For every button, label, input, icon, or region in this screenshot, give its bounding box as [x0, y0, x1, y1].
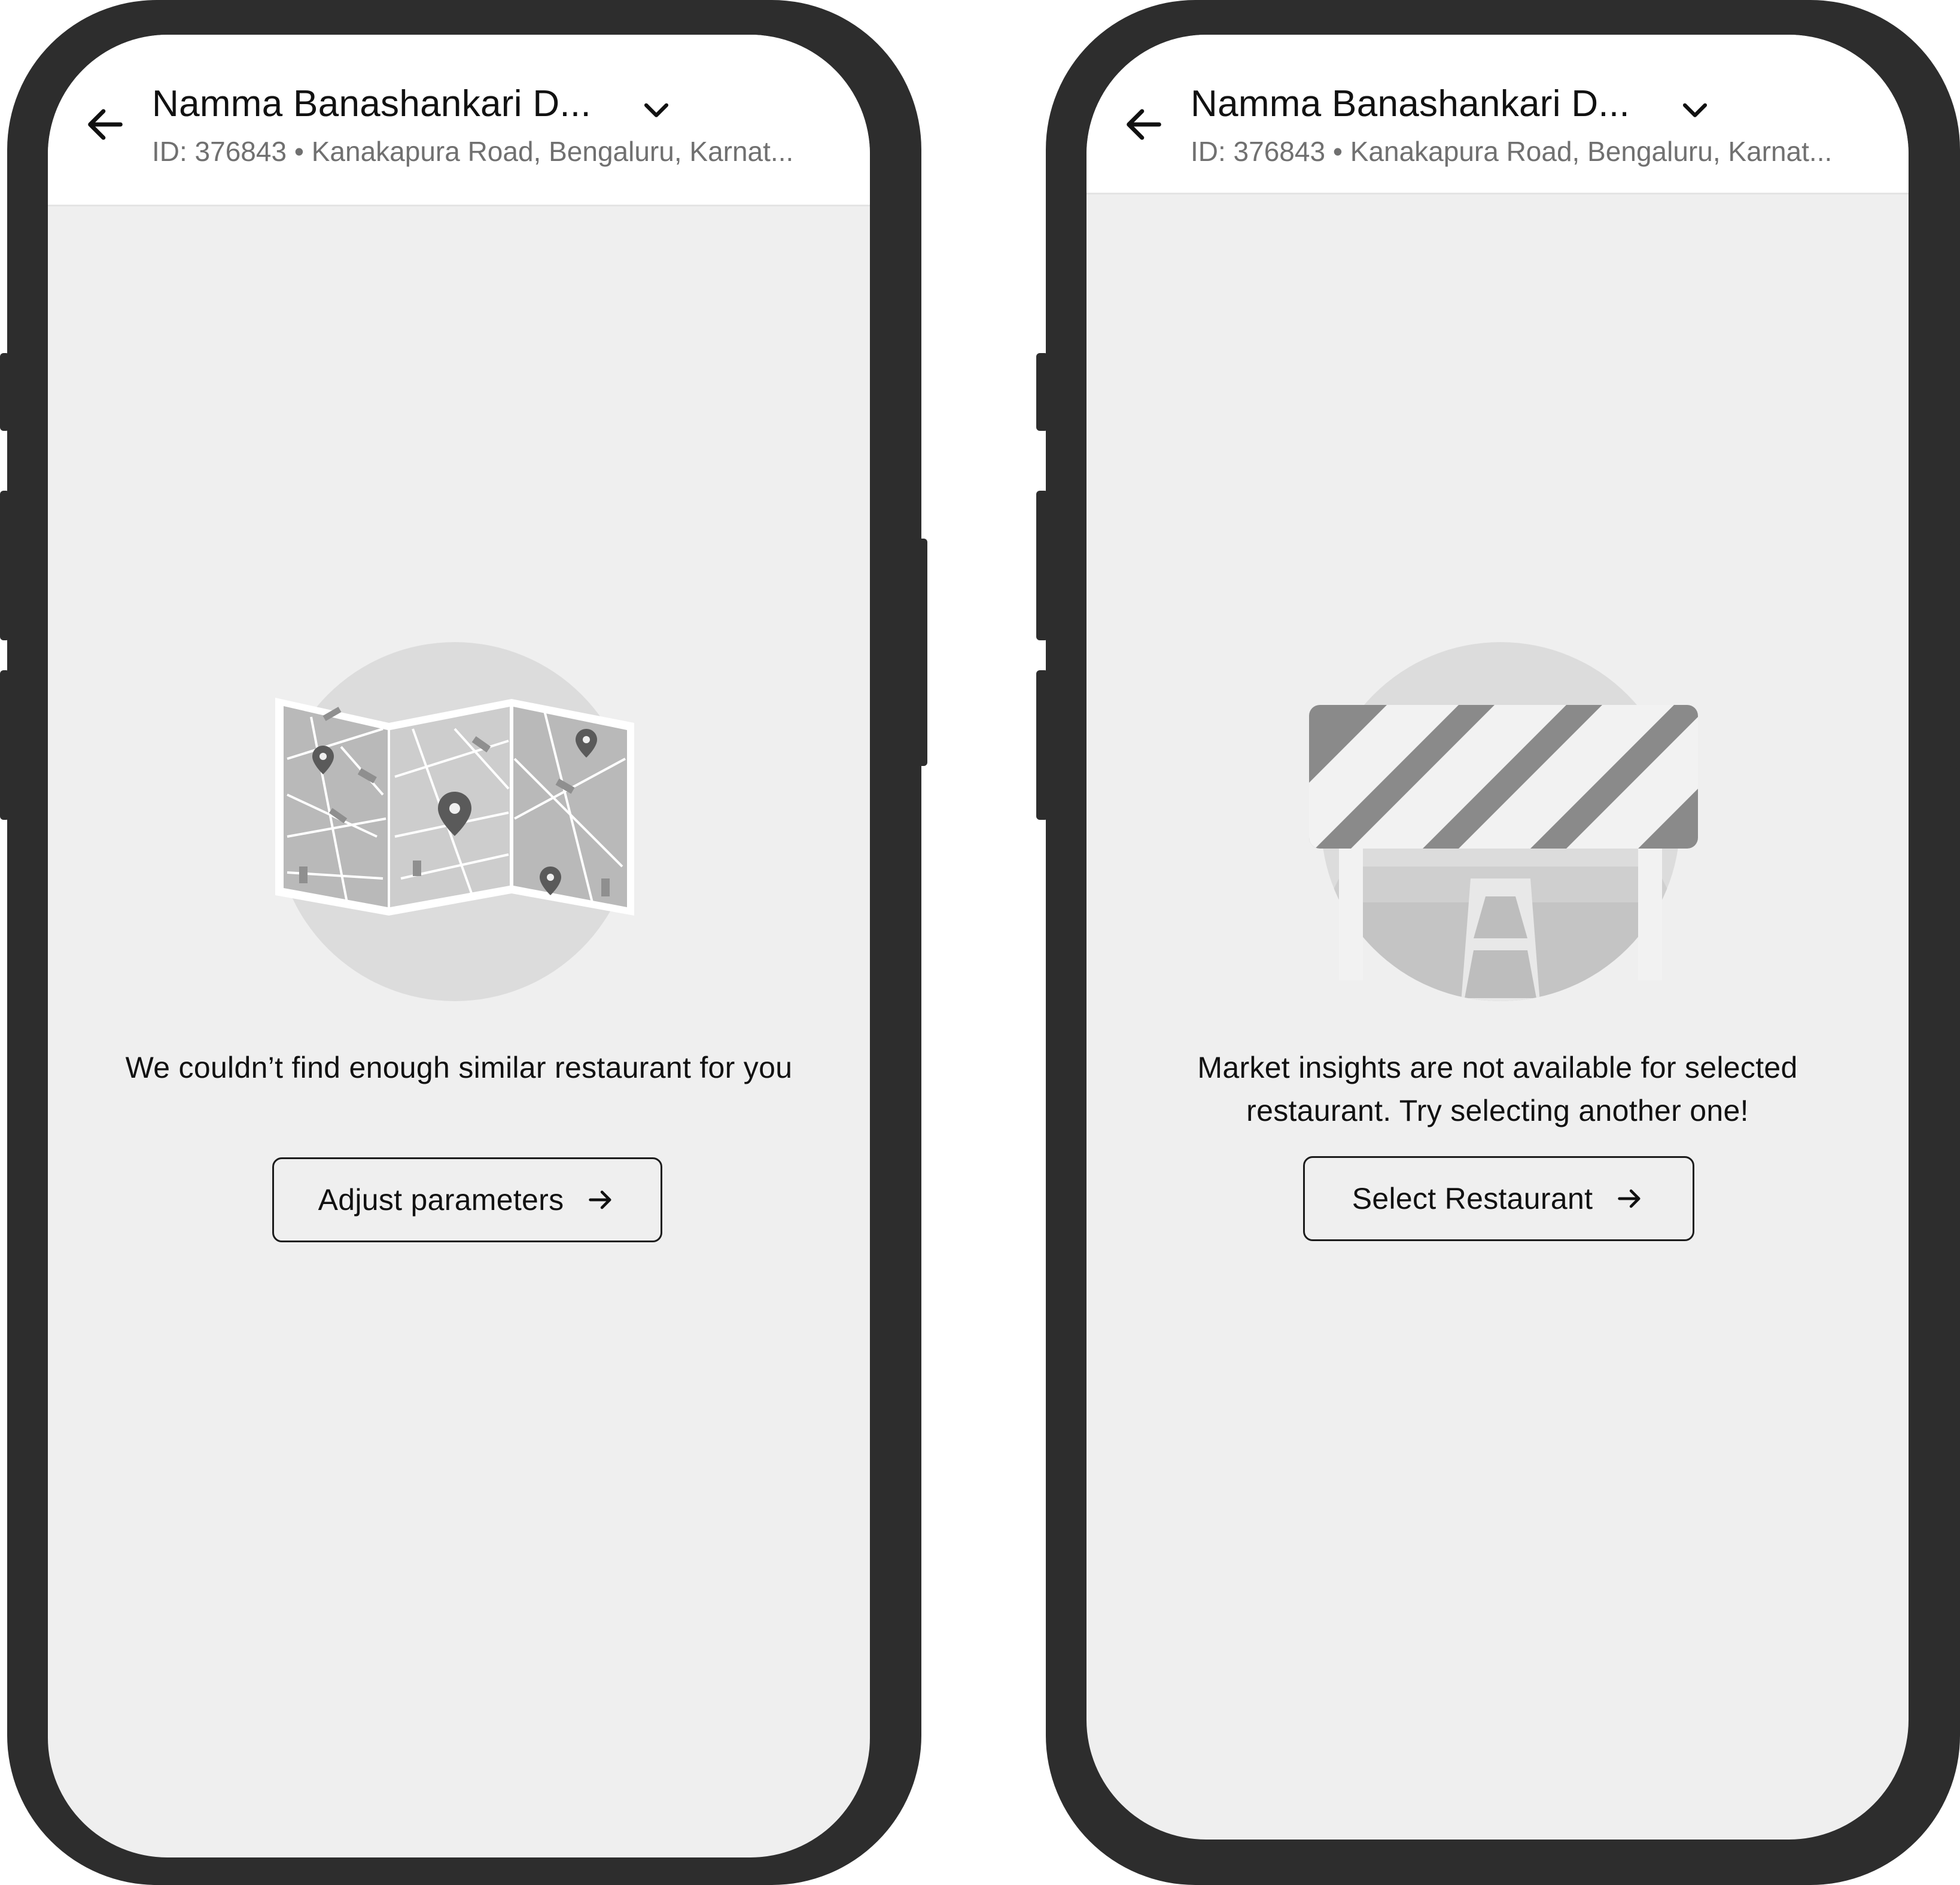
select-restaurant-button[interactable]: Select Restaurant — [1303, 1156, 1694, 1241]
screen: Namma Banashankari D... ID: 376843 • Kan… — [1086, 35, 1909, 1840]
restaurant-details: ID: 376843 • Kanakapura Road, Bengaluru,… — [1191, 136, 1833, 167]
arrow-right-icon — [589, 1190, 611, 1209]
arrow-right-icon — [1618, 1189, 1641, 1208]
chevron-down-icon[interactable] — [1678, 92, 1712, 127]
app-header: Namma Banashankari D... ID: 376843 • Kan… — [1086, 35, 1909, 194]
volume-button — [0, 670, 10, 820]
screen: Namma Banashankari D... ID: 376843 • Kan… — [48, 35, 870, 1857]
back-arrow-icon[interactable] — [1121, 102, 1167, 147]
volume-button — [1036, 670, 1048, 820]
power-button — [912, 539, 927, 766]
map-illustration — [275, 642, 634, 1001]
restaurant-name[interactable]: Namma Banashankari D... — [1191, 83, 1630, 125]
restaurant-details: ID: 376843 • Kanakapura Road, Bengaluru,… — [152, 136, 794, 167]
empty-state-message: Market insights are not available for se… — [1197, 1051, 1798, 1127]
chevron-down-icon[interactable] — [639, 92, 674, 127]
empty-state-message: We couldn’t find enough similar restaura… — [125, 1051, 793, 1084]
restaurant-name[interactable]: Namma Banashankari D... — [152, 83, 591, 125]
button-label: Adjust parameters — [318, 1183, 564, 1217]
power-button — [1950, 542, 1960, 769]
phone-frame-left: Namma Banashankari D... ID: 376843 • Kan… — [0, 0, 927, 1885]
adjust-parameters-button[interactable]: Adjust parameters — [272, 1157, 662, 1242]
button-label: Select Restaurant — [1352, 1182, 1593, 1215]
volume-button — [0, 491, 10, 640]
volume-button — [1036, 491, 1048, 640]
volume-button — [1036, 353, 1048, 431]
app-header: Namma Banashankari D... ID: 376843 • Kan… — [48, 35, 870, 206]
road-barrier-illustration — [1309, 642, 1698, 1001]
volume-button — [0, 353, 10, 431]
phone-frame-right: Namma Banashankari D... ID: 376843 • Kan… — [1036, 0, 1960, 1885]
back-arrow-icon[interactable] — [83, 102, 128, 147]
